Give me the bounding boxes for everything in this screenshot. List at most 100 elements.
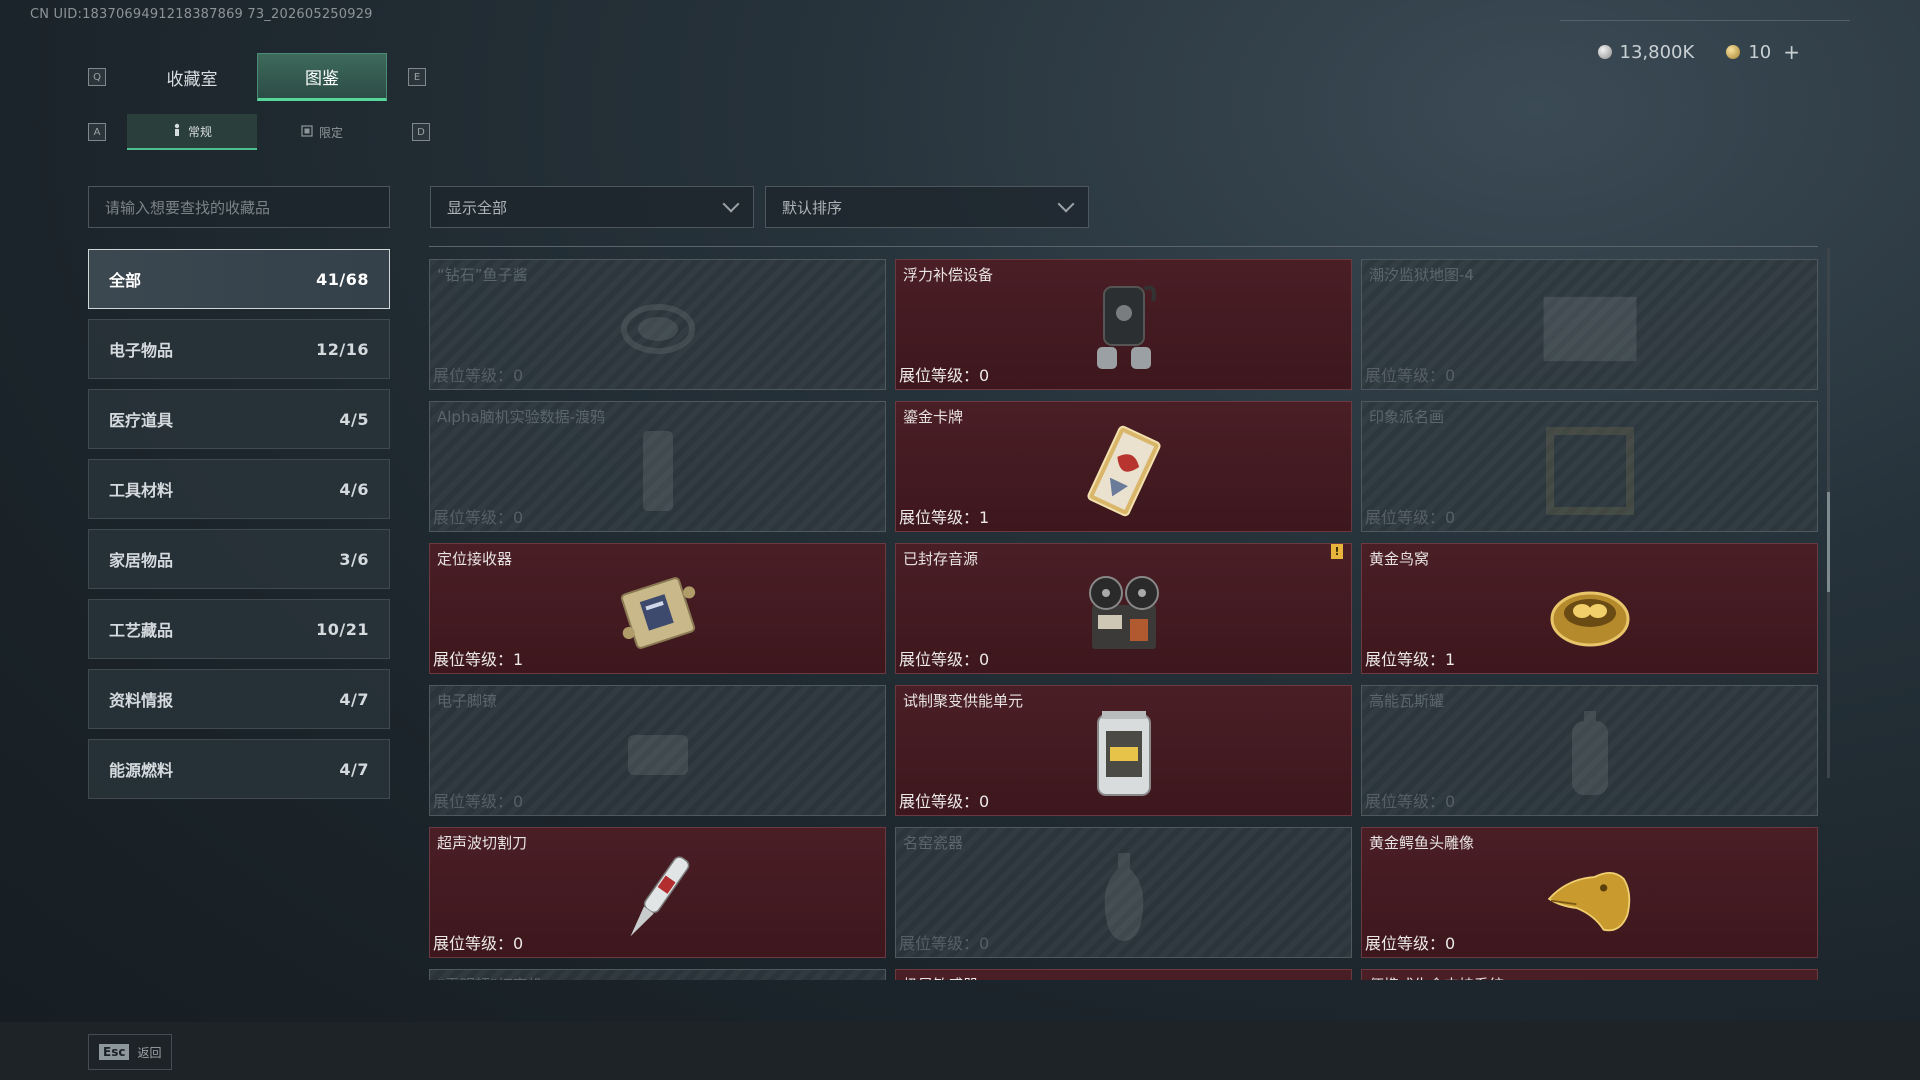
display-level-value: 1 [513,650,524,669]
player-uid: CN UID:1837069491218387869 73_2026052509… [30,7,373,22]
category-energy[interactable]: 能源燃料 4/7 [88,739,390,799]
collectible-card[interactable]: 便携式生命支持系统展位等级：0 [1361,969,1818,980]
chevron-down-icon [722,195,740,213]
category-label: 电子物品 [109,341,174,360]
collectible-card[interactable]: 鎏金卡牌 展位等级：1 [895,401,1352,532]
collectible-card[interactable]: 黄金鳄鱼头雕像 展位等级：0 [1361,827,1818,958]
tab-catalog[interactable]: 图鉴 [257,53,387,101]
collectible-name: 试制聚变供能单元 [903,692,1024,710]
category-count: 12/16 [316,339,369,359]
collectible-card[interactable]: 超声波切割刀 展位等级：0 [429,827,886,958]
collectible-card[interactable]: 极早敏感器展位等级：0 [895,969,1352,980]
display-level-prefix: 展位等级： [1365,792,1446,811]
filter-dropdown[interactable]: 显示全部 [430,186,754,228]
subtab-limited[interactable]: 限定 [257,114,387,150]
display-level-prefix: 展位等级： [1365,366,1446,385]
gas-canister-icon [1540,705,1640,805]
collectible-card[interactable]: 定位接收器展位等级：1 [429,543,886,674]
gold-coin-icon [1726,45,1741,59]
display-level-prefix: 展位等级： [1365,934,1446,953]
fusion-cell-icon [1074,705,1174,805]
display-level: 展位等级：0 [899,788,989,812]
category-tools[interactable]: 工具材料 4/6 [88,459,390,519]
collectible-card[interactable]: 试制聚变供能单元展位等级：0 [895,685,1352,816]
esc-key-hint: Esc [99,1044,130,1060]
category-label: 全部 [109,271,142,290]
collectible-card[interactable]: 名窑瓷器 展位等级：0 [895,827,1352,958]
category-count: 4/6 [339,479,369,499]
subtab-limited-label: 限定 [318,125,343,140]
display-level-value: 1 [1445,650,1456,669]
new-badge-icon: ! [1331,544,1343,559]
display-level-prefix: 展位等级： [899,934,980,953]
collectible-card[interactable]: “钻石”鱼子酱展位等级：0 [429,259,886,390]
collectible-card[interactable]: “雷明顿”打字机展位等级：0 [429,969,886,980]
category-medical[interactable]: 医疗道具 4/5 [88,389,390,449]
display-level: 展位等级：0 [899,646,989,670]
collectible-card[interactable]: 电子脚镣 展位等级：0 [429,685,886,816]
collectible-name: “钻石”鱼子酱 [437,266,528,284]
collectible-card[interactable]: 高能瓦斯罐 展位等级：0 [1361,685,1818,816]
display-level-prefix: 展位等级： [1365,650,1446,669]
chevron-down-icon [1057,195,1075,213]
filter-dropdown-value: 显示全部 [447,198,508,217]
main-tabs: 收藏室 图鉴 [127,53,387,101]
search-input[interactable]: 请输入想要查找的收藏品 [88,186,390,228]
display-level-value: 0 [1445,934,1456,953]
display-level: 展位等级：0 [433,504,523,528]
top-divider [1560,20,1850,21]
collectible-name: 浮力补偿设备 [903,266,994,284]
display-level-prefix: 展位等级： [433,934,514,953]
bcd-icon [1074,279,1174,379]
collectible-name: Alpha脑机实验数据-渡鸦 [437,408,606,426]
tab-collection[interactable]: 收藏室 [127,53,257,101]
porcelain-vase-icon [1074,847,1174,947]
category-label: 工艺藏品 [109,621,174,640]
collectible-name: “雷明顿”打字机 [437,974,543,980]
add-currency-button[interactable]: + [1783,40,1800,64]
key-hint-q: Q [88,68,106,86]
display-level: 展位等级：0 [433,362,523,386]
category-label: 家居物品 [109,551,174,570]
sort-dropdown[interactable]: 默认排序 [765,186,1089,228]
footer-bar [0,1022,1920,1080]
category-count: 4/7 [339,759,369,779]
category-electronics[interactable]: 电子物品 12/16 [88,319,390,379]
display-level: 展位等级：0 [433,788,523,812]
display-level-value: 1 [979,508,990,527]
category-crafts[interactable]: 工艺藏品 10/21 [88,599,390,659]
collectible-card[interactable]: Alpha脑机实验数据-渡鸦展位等级：0 [429,401,886,532]
category-intel[interactable]: 资料情报 4/7 [88,669,390,729]
display-level: 展位等级：1 [1365,646,1455,670]
category-all[interactable]: 全部 41/68 [88,249,390,309]
display-level-value: 0 [513,934,524,953]
collectible-card[interactable]: 印象派名画 展位等级：0 [1361,401,1818,532]
collectible-name: 定位接收器 [437,550,513,568]
collectible-name: 潮汐监狱地图-4 [1369,266,1474,284]
category-count: 4/5 [339,409,369,429]
sub-tabs: 常规 限定 [127,114,387,150]
display-level-value: 0 [513,366,524,385]
collectible-card[interactable]: 黄金鸟窝 展位等级：1 [1361,543,1818,674]
category-household[interactable]: 家居物品 3/6 [88,529,390,589]
collectible-card[interactable]: 潮汐监狱地图-4 展位等级：0 [1361,259,1818,390]
display-level-prefix: 展位等级： [1365,508,1446,527]
grid-scroll-thumb[interactable] [1827,492,1830,592]
caviar-icon [608,279,708,379]
display-level-prefix: 展位等级： [433,508,514,527]
receiver-icon [608,563,708,663]
key-hint-a: A [88,123,106,141]
data-drive-icon [608,421,708,521]
back-button[interactable]: Esc 返回 [88,1034,172,1070]
back-label: 返回 [137,1045,162,1060]
collectible-card[interactable]: 已封存音源 展位等级：0! [895,543,1352,674]
gold-amount: 10 [1748,41,1772,63]
display-level-value: 0 [979,792,990,811]
collectible-card[interactable]: 浮力补偿设备 展位等级：0 [895,259,1352,390]
subtab-regular[interactable]: 常规 [127,114,257,150]
display-level: 展位等级：0 [1365,504,1455,528]
display-level-prefix: 展位等级： [433,650,514,669]
collectible-name: 名窑瓷器 [903,834,964,852]
display-level-value: 0 [1445,366,1456,385]
key-hint-d: D [412,123,430,141]
